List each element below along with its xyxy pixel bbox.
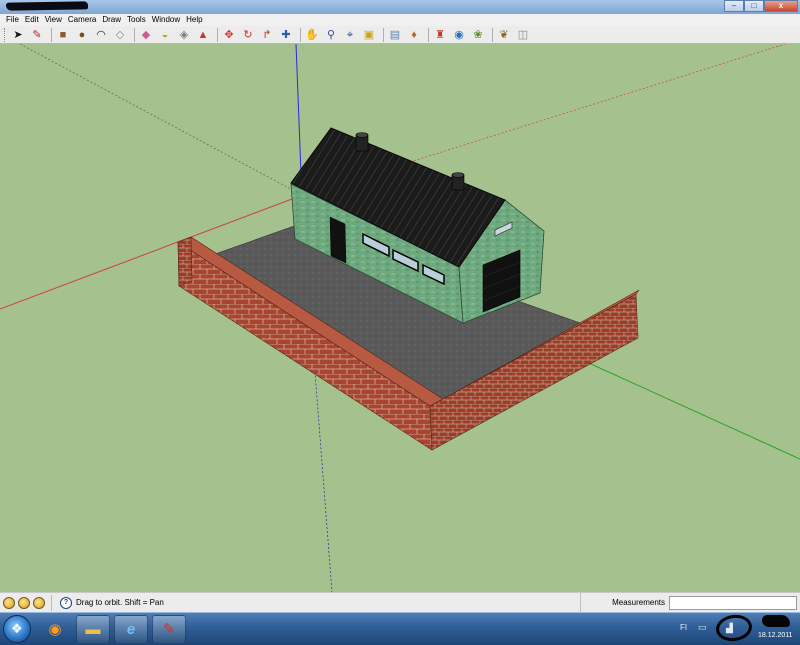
sketchup-taskbar-button[interactable]: ✎ xyxy=(152,615,186,643)
zoom-tool-icon[interactable]: ⚲ xyxy=(323,27,339,43)
explorer-button[interactable]: ▬ xyxy=(76,615,110,643)
credits-icon[interactable] xyxy=(18,596,30,609)
toolbar-separator xyxy=(428,27,429,42)
house-side-door xyxy=(329,216,347,264)
arc-tool-icon[interactable]: ◠ xyxy=(93,27,109,43)
make-component-icon[interactable]: ◇ xyxy=(112,27,128,43)
toolbar-separator xyxy=(51,27,52,42)
components-icon[interactable]: ♦ xyxy=(406,27,422,43)
geo-location-icon[interactable] xyxy=(3,596,15,609)
model-canvas xyxy=(0,44,800,592)
menu-camera[interactable]: Camera xyxy=(65,14,99,26)
close-button[interactable]: x xyxy=(764,0,798,12)
green-axis-dotted xyxy=(19,44,301,195)
share-model-icon[interactable]: ▤ xyxy=(387,27,403,43)
photo-textures-icon[interactable]: ❀ xyxy=(470,27,486,43)
toolbar-separator xyxy=(134,27,135,42)
menu-window[interactable]: Window xyxy=(149,14,183,26)
pencil-tool-icon[interactable]: ✎ xyxy=(29,27,45,43)
internet-explorer-icon: e xyxy=(126,620,136,638)
menu-view[interactable]: View xyxy=(42,14,65,26)
tape-measure-icon[interactable]: ◒ xyxy=(157,27,173,43)
push-pull-icon[interactable]: ▲ xyxy=(195,27,211,43)
menu-edit[interactable]: Edit xyxy=(22,14,42,26)
toolbar-separator xyxy=(217,27,218,42)
start-button[interactable]: ❖ xyxy=(3,615,31,643)
taskbar: ❖ ◉ ▬ e ✎ FI ▭ ▟ 18.12.2011 xyxy=(0,612,800,645)
status-hint: Drag to orbit. Shift = Pan xyxy=(76,598,164,607)
media-player-icon: ◉ xyxy=(48,621,62,638)
google-earth-icon[interactable]: ◉ xyxy=(451,27,467,43)
language-indicator[interactable]: FI xyxy=(680,623,687,632)
keyboard-icon[interactable]: ▭ xyxy=(698,622,707,633)
toolbar-separator xyxy=(492,27,493,42)
red-axis-dotted xyxy=(409,44,786,163)
orbit-tool-icon[interactable]: ✚ xyxy=(278,27,294,43)
rotate-tool-icon[interactable]: ↻ xyxy=(240,27,256,43)
move-tool-icon[interactable]: ✥ xyxy=(221,27,237,43)
redacted-title xyxy=(5,1,89,11)
measurements-area: Measurements xyxy=(580,593,800,612)
layout-icon[interactable]: ◫ xyxy=(515,27,531,43)
chimney-right xyxy=(451,172,465,191)
hand-drawn-circle xyxy=(714,612,754,644)
pan-tool-icon[interactable]: ✋ xyxy=(304,27,320,43)
sketchup-icon: ✎ xyxy=(162,621,176,638)
tray-date[interactable]: 18.12.2011 xyxy=(758,632,793,639)
chimney-left xyxy=(355,132,369,152)
windows-logo-icon: ❖ xyxy=(11,621,23,636)
system-tray: FI ▭ ▟ 18.12.2011 xyxy=(660,612,800,645)
status-divider xyxy=(51,594,52,611)
status-bar: ? Drag to orbit. Shift = Pan Measurement… xyxy=(0,592,800,612)
minimize-button[interactable]: – xyxy=(724,0,744,12)
menu-file[interactable]: File xyxy=(3,14,22,26)
measurements-label: Measurements xyxy=(612,598,665,607)
circle-tool-icon[interactable]: ● xyxy=(74,27,90,43)
follow-me-icon[interactable]: ↱ xyxy=(259,27,275,43)
window-controls: – □ x xyxy=(724,0,798,12)
folder-icon: ▬ xyxy=(85,620,101,638)
menu-help[interactable]: Help xyxy=(183,14,205,26)
menu-tools[interactable]: Tools xyxy=(124,14,149,26)
extension-warehouse-icon[interactable]: ♜ xyxy=(432,27,448,43)
maximize-button[interactable]: □ xyxy=(744,0,764,12)
main-toolbar: ➤ ✎ ■ ● ◠ ◇ ◆ ◒ ◈ ▲ ✥ ↻ ↱ ✚ ✋ ⚲ ⌖ ▣ ▤ ♦ ♜ ◉ ❀ ❦ ◫ xyxy=(0,26,800,44)
menu-draw[interactable]: Draw xyxy=(99,14,124,26)
eraser-tool-icon[interactable]: ◆ xyxy=(138,27,154,43)
styles-icon[interactable]: ❦ xyxy=(496,27,512,43)
redacted-clock xyxy=(762,615,790,627)
menu-bar: File Edit View Camera Draw Tools Window … xyxy=(0,14,800,26)
brick-wall-left-end xyxy=(177,236,193,287)
media-player-button[interactable]: ◉ xyxy=(40,615,70,643)
rectangle-tool-icon[interactable]: ■ xyxy=(55,27,71,43)
help-icon[interactable]: ? xyxy=(60,596,72,609)
get-models-icon[interactable]: ▣ xyxy=(361,27,377,43)
zoom-extents-icon[interactable]: ⌖ xyxy=(342,27,358,43)
model-viewport[interactable] xyxy=(0,44,800,592)
title-bar: – □ x xyxy=(0,0,800,14)
internet-explorer-button[interactable]: e xyxy=(114,615,148,643)
toolbar-grip[interactable] xyxy=(4,27,7,42)
measurements-input[interactable] xyxy=(669,595,797,610)
toolbar-separator xyxy=(300,27,301,42)
select-tool-icon[interactable]: ➤ xyxy=(10,27,26,43)
user-icon[interactable] xyxy=(33,596,45,609)
paint-bucket-icon[interactable]: ◈ xyxy=(176,27,192,43)
toolbar-separator xyxy=(383,27,384,42)
